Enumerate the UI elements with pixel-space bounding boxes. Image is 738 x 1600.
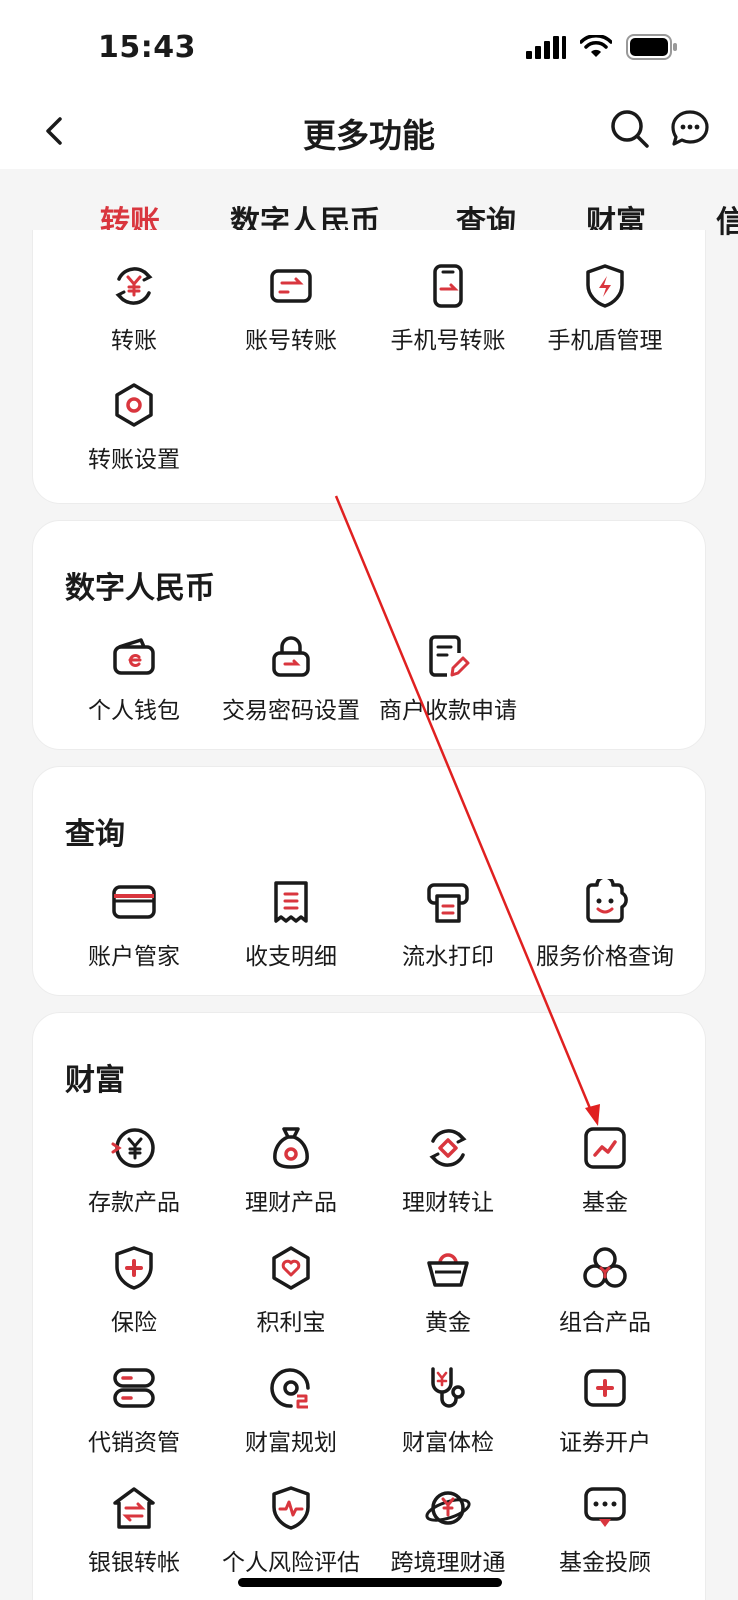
- card-arrow-icon: [270, 269, 312, 303]
- home-indicator: [238, 1578, 502, 1587]
- item-portfolio[interactable]: 组合产品: [525, 1245, 685, 1337]
- transfer-yuan-icon: [115, 267, 153, 305]
- section-title-wealth: 财富: [65, 1063, 125, 1098]
- card-ecny: 数字人民币 个人钱包 交易密码设置 商户收款申请: [32, 520, 706, 750]
- section-title-ecny: 数字人民币: [65, 571, 215, 606]
- yuan-coin-icon: [111, 1128, 155, 1168]
- rotate-diamond-icon: [429, 1129, 467, 1167]
- item-transfer[interactable]: 转账: [54, 263, 214, 355]
- item-wealth-checkup[interactable]: 财富体检: [368, 1365, 528, 1457]
- item-wealth-planning[interactable]: 财富规划: [211, 1365, 371, 1457]
- item-cross-border[interactable]: 跨境理财通: [368, 1485, 528, 1577]
- item-income-expense[interactable]: 收支明细: [211, 879, 371, 971]
- item-trade-password[interactable]: 交易密码设置: [211, 633, 371, 725]
- battery-icon: [626, 34, 677, 60]
- item-phone-shield[interactable]: 手机盾管理: [525, 263, 685, 355]
- hexagon-gear-icon: [115, 383, 153, 427]
- item-account-manager[interactable]: 账户管家: [54, 879, 214, 971]
- item-fund[interactable]: 基金: [525, 1125, 685, 1217]
- signal-icon: [526, 36, 566, 59]
- shield-bolt-icon: [586, 264, 624, 308]
- item-bank-bank-transfer[interactable]: 银银转帐: [54, 1485, 214, 1577]
- item-agency-asset[interactable]: 代销资管: [54, 1365, 214, 1457]
- item-deposit-products[interactable]: 存款产品: [54, 1125, 214, 1217]
- chart-trend-icon: [584, 1127, 626, 1169]
- three-circles-icon: [583, 1247, 627, 1288]
- wifi-icon: [580, 35, 612, 57]
- target-icon: [270, 1368, 310, 1409]
- item-merchant-apply[interactable]: 商户收款申请: [368, 633, 528, 725]
- item-insurance[interactable]: 保险: [54, 1245, 214, 1337]
- item-risk-assessment[interactable]: 个人风险评估: [211, 1485, 371, 1577]
- search-icon[interactable]: [608, 107, 652, 151]
- item-wealth-transfer[interactable]: 理财转让: [368, 1125, 528, 1217]
- card-transfer: 转账 账号转账 手机号转账 手机盾管理 转账设置: [32, 230, 706, 504]
- item-transfer-settings[interactable]: 转账设置: [54, 382, 214, 474]
- item-gold[interactable]: 黄金: [368, 1245, 528, 1337]
- wallet-icon: [113, 638, 155, 675]
- money-bag-icon: [273, 1127, 309, 1169]
- section-title-query: 查询: [65, 817, 125, 852]
- receipt-icon: [274, 881, 308, 923]
- chat-bubble-icon: [584, 1487, 626, 1527]
- tab-credit[interactable]: 信: [716, 197, 738, 241]
- planet-yuan-icon: [425, 1491, 471, 1525]
- hexagon-heart-icon: [272, 1246, 310, 1290]
- card-wealth: 财富 存款产品 理财产品 理财转让 基金 保险 积利宝 黄金 组合产品 代销资管…: [32, 1012, 706, 1600]
- phone-transfer-icon: [433, 264, 463, 308]
- item-phone-transfer[interactable]: 手机号转账: [368, 263, 528, 355]
- square-plus-icon: [584, 1369, 626, 1407]
- status-bar: 15:43: [0, 0, 738, 95]
- shield-pulse-icon: [272, 1486, 310, 1530]
- house-exchange-icon: [113, 1487, 155, 1529]
- item-securities-account[interactable]: 证券开户: [525, 1365, 685, 1457]
- item-wealth-products[interactable]: 理财产品: [211, 1125, 371, 1217]
- lock-icon: [272, 636, 310, 677]
- item-personal-wallet[interactable]: 个人钱包: [54, 633, 214, 725]
- bank-card-icon: [112, 885, 156, 919]
- nav-bar: 更多功能: [0, 95, 738, 169]
- item-fund-advisory[interactable]: 基金投顾: [525, 1485, 685, 1577]
- item-account-transfer[interactable]: 账号转账: [211, 263, 371, 355]
- shield-plus-icon: [115, 1246, 153, 1290]
- face-badge-icon: [586, 879, 628, 923]
- message-icon[interactable]: [668, 107, 712, 151]
- server-stack-icon: [113, 1368, 155, 1408]
- gold-ingot-icon: [427, 1253, 469, 1287]
- printer-icon: [427, 883, 469, 923]
- stethoscope-icon: [431, 1367, 465, 1408]
- status-time: 15:43: [98, 30, 196, 65]
- card-query: 查询 账户管家 收支明细 流水打印 服务价格查询: [32, 766, 706, 996]
- document-pen-icon: [429, 635, 470, 677]
- item-statement-print[interactable]: 流水打印: [368, 879, 528, 971]
- item-jilibao[interactable]: 积利宝: [211, 1245, 371, 1337]
- item-service-price[interactable]: 服务价格查询: [525, 879, 685, 971]
